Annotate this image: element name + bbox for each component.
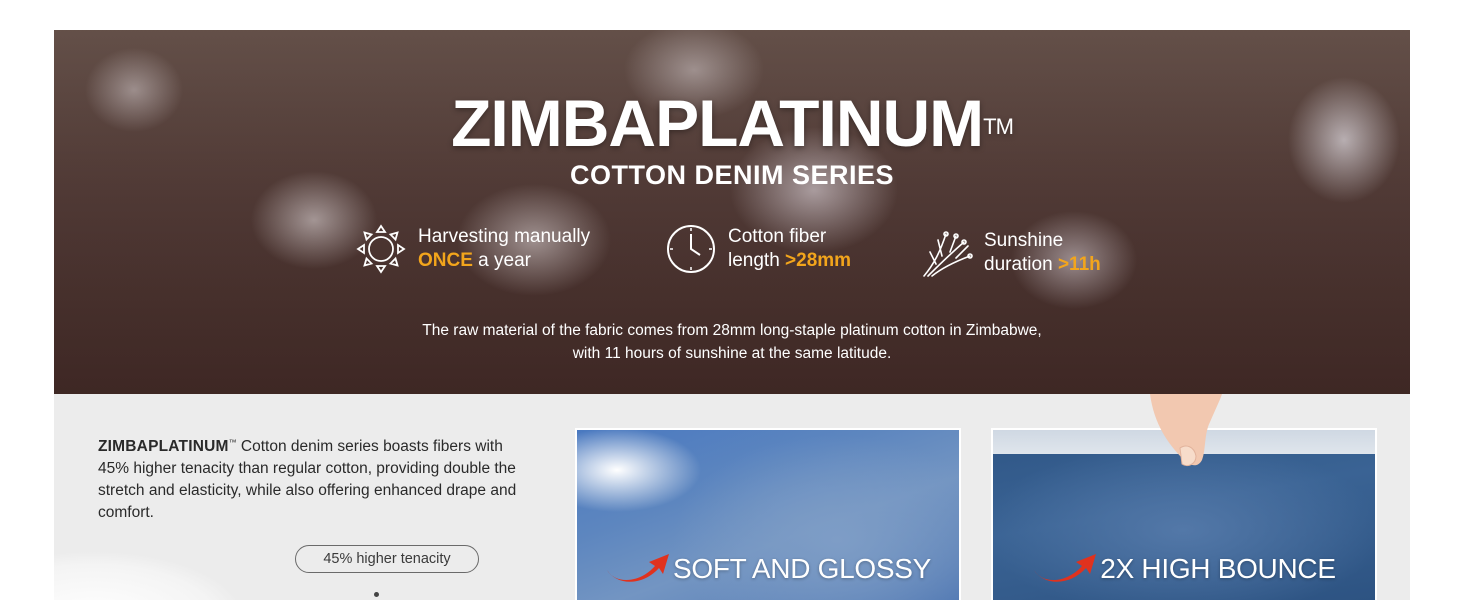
fiber-icon [920,226,974,280]
hero-description-line1: The raw material of the fabric comes fro… [422,322,1042,339]
feature-sunshine-line2: duration [984,254,1058,275]
details-text: ZIMBAPLATINUM™ Cotton denim series boast… [98,432,538,524]
hero-banner: ZIMBAPLATINUMTM COTTON DENIM SERIES Harv… [54,30,1410,394]
feature-fiber-line2: length [728,250,786,271]
soft-glossy-card: SOFT AND GLOSSY [575,428,961,600]
clock-icon [664,222,718,276]
sun-icon [354,222,408,276]
brand-title: ZIMBAPLATINUMTM [451,86,1014,160]
feature-harvest: Harvesting manually ONCE a year [354,222,590,276]
red-arrow-icon [1034,554,1097,582]
soft-glossy-text: SOFT AND GLOSSY [673,553,931,584]
red-arrow-icon [607,554,670,582]
details-brand: ZIMBAPLATINUM [98,438,229,456]
series-subtitle: COTTON DENIM SERIES [569,160,895,190]
hand-image [1150,394,1222,467]
feature-sunshine: Sunshine duration >11h [920,226,1101,280]
details-trademark: ™ [228,438,237,447]
high-bounce-label: 2X HIGH BOUNCE [993,552,1375,586]
feature-sunshine-line1: Sunshine [984,230,1064,251]
hero-description: The raw material of the fabric comes fro… [54,319,1410,365]
feature-fiber-length: Cotton fiber length >28mm [664,222,851,276]
high-bounce-text: 2X HIGH BOUNCE [1100,553,1336,584]
feature-fiber-line1: Cotton fiber [728,226,827,247]
hero-description-line2: with 11 hours of sunshine at the same la… [572,345,892,362]
feature-harvest-highlight: ONCE [418,250,473,271]
soft-glossy-label: SOFT AND GLOSSY [577,552,959,586]
feature-harvest-line2: a year [472,250,531,271]
trademark: TM [983,114,1014,139]
feature-sunshine-highlight: >11h [1057,254,1101,275]
indicator-dot [374,592,379,597]
feature-fiber-highlight: >28mm [785,250,852,271]
tenacity-badge: 45% higher tenacity [295,545,479,573]
feature-harvest-line1: Harvesting manually [418,226,591,247]
